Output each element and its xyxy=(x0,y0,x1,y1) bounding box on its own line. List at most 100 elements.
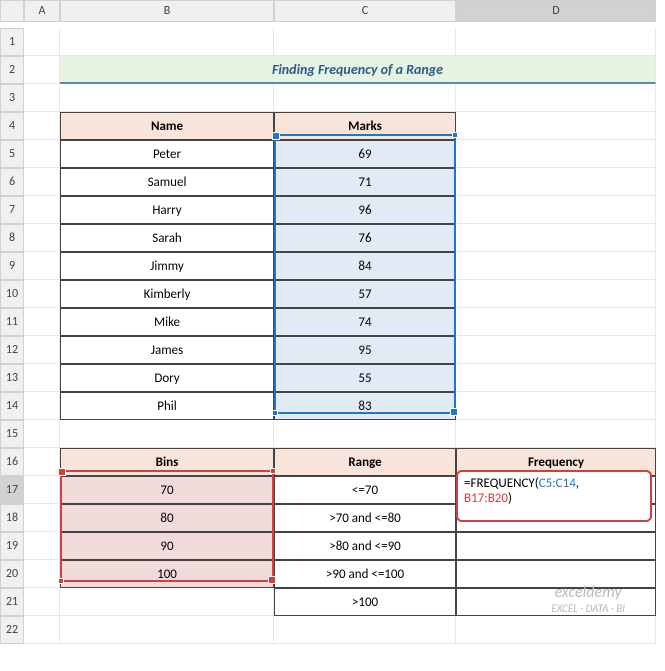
row-header-17[interactable]: 17 xyxy=(0,476,24,504)
cell-D9[interactable] xyxy=(456,252,656,280)
cell-A8[interactable] xyxy=(24,224,60,252)
table-cell-name[interactable]: Samuel xyxy=(60,168,274,196)
cell-C22[interactable] xyxy=(274,616,456,644)
row-header-3[interactable]: 3 xyxy=(0,84,24,112)
cell-D13[interactable] xyxy=(456,364,656,392)
cell-A10[interactable] xyxy=(24,280,60,308)
cell-D5[interactable] xyxy=(456,140,656,168)
table2-cell-bins[interactable]: 80 xyxy=(60,504,274,532)
cell-A9[interactable] xyxy=(24,252,60,280)
table2-cell-range[interactable]: >100 xyxy=(274,588,456,616)
row-header-10[interactable]: 10 xyxy=(0,280,24,308)
col-header-B[interactable]: B xyxy=(60,0,274,22)
row-header-9[interactable]: 9 xyxy=(0,252,24,280)
row-header-15[interactable]: 15 xyxy=(0,420,24,448)
col-header-A[interactable]: A xyxy=(24,0,60,22)
select-all-corner[interactable] xyxy=(0,0,24,22)
table-cell-marks[interactable]: 96 xyxy=(274,196,456,224)
cell-A17[interactable] xyxy=(24,476,60,504)
cell-A13[interactable] xyxy=(24,364,60,392)
table-cell-name[interactable]: Kimberly xyxy=(60,280,274,308)
table-cell-marks[interactable]: 74 xyxy=(274,308,456,336)
table-cell-marks[interactable]: 55 xyxy=(274,364,456,392)
row-header-16[interactable]: 16 xyxy=(0,448,24,476)
cell-D8[interactable] xyxy=(456,224,656,252)
cell-B22[interactable] xyxy=(60,616,274,644)
cell-A15[interactable] xyxy=(24,420,60,448)
cell-A1[interactable] xyxy=(24,28,60,56)
cell-D7[interactable] xyxy=(456,196,656,224)
table2-cell-bins[interactable]: 100 xyxy=(60,560,274,588)
table-cell-name[interactable]: Mike xyxy=(60,308,274,336)
table2-cell-bins[interactable]: 90 xyxy=(60,532,274,560)
row-header-18[interactable]: 18 xyxy=(0,504,24,532)
table-cell-name[interactable]: Dory xyxy=(60,364,274,392)
cell-D19[interactable] xyxy=(456,532,656,560)
row-header-20[interactable]: 20 xyxy=(0,560,24,588)
cell-A7[interactable] xyxy=(24,196,60,224)
cell-A22[interactable] xyxy=(24,616,60,644)
cell-D22[interactable] xyxy=(456,616,656,644)
table2-cell-range[interactable]: >70 and <=80 xyxy=(274,504,456,532)
table-cell-name[interactable]: Harry xyxy=(60,196,274,224)
table-cell-marks[interactable]: 71 xyxy=(274,168,456,196)
table-cell-marks[interactable]: 57 xyxy=(274,280,456,308)
cell-A5[interactable] xyxy=(24,140,60,168)
cell-A21[interactable] xyxy=(24,588,60,616)
cell-D10[interactable] xyxy=(456,280,656,308)
table2-cell-range[interactable]: >80 and <=90 xyxy=(274,532,456,560)
cell-A16[interactable] xyxy=(24,448,60,476)
cell-B21[interactable] xyxy=(60,588,274,616)
table2-cell-range[interactable]: >90 and <=100 xyxy=(274,560,456,588)
cell-A4[interactable] xyxy=(24,112,60,140)
row-header-5[interactable]: 5 xyxy=(0,140,24,168)
cell-A14[interactable] xyxy=(24,392,60,420)
row-header-19[interactable]: 19 xyxy=(0,532,24,560)
row-header-7[interactable]: 7 xyxy=(0,196,24,224)
table-cell-name[interactable]: Jimmy xyxy=(60,252,274,280)
table-cell-marks[interactable]: 84 xyxy=(274,252,456,280)
row-header-22[interactable]: 22 xyxy=(0,616,24,644)
table2-cell-bins[interactable]: 70 xyxy=(60,476,274,504)
cell-D14[interactable] xyxy=(456,392,656,420)
cell-B1[interactable] xyxy=(60,28,274,56)
spreadsheet-grid[interactable]: A B C D 1 2 Finding Frequency of a Range… xyxy=(0,0,665,644)
cell-A3[interactable] xyxy=(24,84,60,112)
cell-A20[interactable] xyxy=(24,560,60,588)
row-header-14[interactable]: 14 xyxy=(0,392,24,420)
cell-D12[interactable] xyxy=(456,336,656,364)
col-header-C[interactable]: C xyxy=(274,0,456,22)
cell-A2[interactable] xyxy=(24,56,60,84)
cell-C15[interactable] xyxy=(274,420,456,448)
row-header-13[interactable]: 13 xyxy=(0,364,24,392)
cell-C1[interactable] xyxy=(274,28,456,56)
cell-A6[interactable] xyxy=(24,168,60,196)
cell-B3[interactable] xyxy=(60,84,274,112)
table2-cell-range[interactable]: <=70 xyxy=(274,476,456,504)
cell-D4[interactable] xyxy=(456,112,656,140)
cell-D3[interactable] xyxy=(456,84,656,112)
table-cell-name[interactable]: Sarah xyxy=(60,224,274,252)
col-header-D[interactable]: D xyxy=(456,0,656,22)
cell-D1[interactable] xyxy=(456,28,656,56)
cell-D6[interactable] xyxy=(456,168,656,196)
row-header-8[interactable]: 8 xyxy=(0,224,24,252)
row-header-11[interactable]: 11 xyxy=(0,308,24,336)
cell-D11[interactable] xyxy=(456,308,656,336)
row-header-6[interactable]: 6 xyxy=(0,168,24,196)
table-cell-marks[interactable]: 83 xyxy=(274,392,456,420)
cell-A19[interactable] xyxy=(24,532,60,560)
row-header-4[interactable]: 4 xyxy=(0,112,24,140)
cell-B15[interactable] xyxy=(60,420,274,448)
table-cell-marks[interactable]: 76 xyxy=(274,224,456,252)
table-cell-marks[interactable]: 95 xyxy=(274,336,456,364)
row-header-12[interactable]: 12 xyxy=(0,336,24,364)
formula-editing-cell[interactable]: =FREQUENCY(C5:C14,B17:B20) xyxy=(456,470,652,522)
row-header-2[interactable]: 2 xyxy=(0,56,24,84)
row-header-21[interactable]: 21 xyxy=(0,588,24,616)
cell-C3[interactable] xyxy=(274,84,456,112)
cell-A12[interactable] xyxy=(24,336,60,364)
cell-D15[interactable] xyxy=(456,420,656,448)
cell-A18[interactable] xyxy=(24,504,60,532)
table-cell-marks[interactable]: 69 xyxy=(274,140,456,168)
